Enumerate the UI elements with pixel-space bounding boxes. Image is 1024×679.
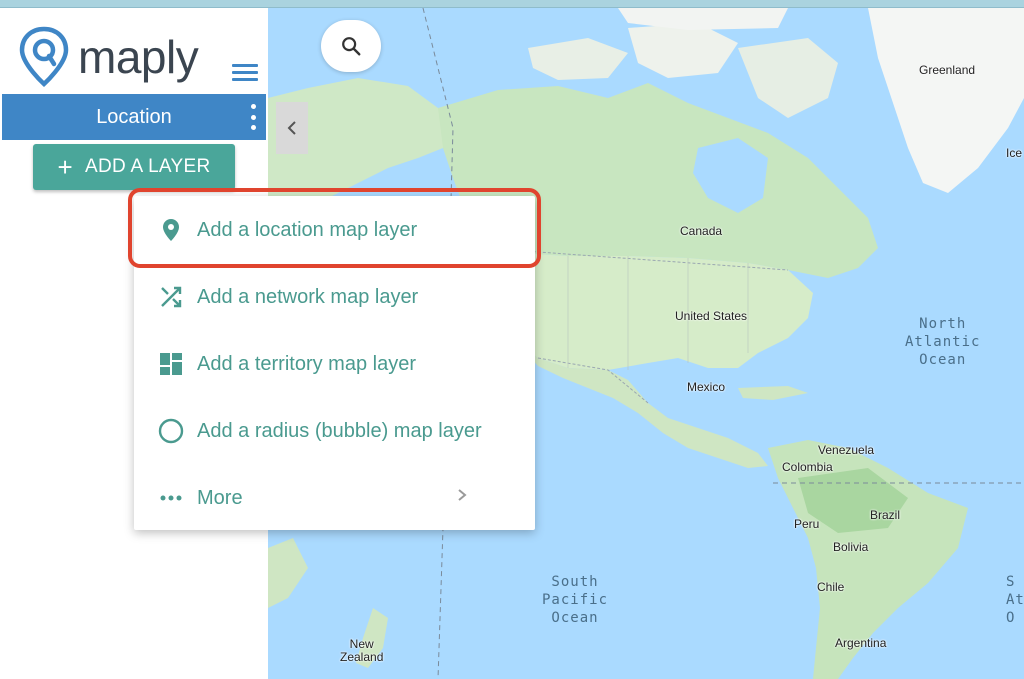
menu-item-label: Add a radius (bubble) map layer: [197, 419, 482, 442]
label-south-pacific: South Pacific Ocean: [542, 574, 609, 626]
map-search-button[interactable]: [321, 20, 381, 72]
app-logo[interactable]: maply: [18, 26, 199, 88]
label-venezuela: Venezuela: [818, 443, 875, 457]
menu-item-radius-layer[interactable]: Add a radius (bubble) map layer: [134, 401, 535, 461]
search-icon: [342, 37, 361, 56]
add-layer-button[interactable]: + ADD A LAYER: [33, 144, 235, 190]
more-horizontal-icon: [158, 485, 184, 511]
greenland-land: [868, 8, 1024, 193]
menu-item-more[interactable]: More: [134, 468, 535, 528]
arctic-island-3: [738, 38, 838, 118]
label-chile: Chile: [817, 580, 845, 594]
dashboard-icon: [158, 351, 184, 377]
label-south-atlantic: S At O: [1006, 574, 1024, 626]
label-iceland: Ice: [1006, 146, 1023, 160]
menu-item-territory-layer[interactable]: Add a territory map layer: [134, 334, 535, 394]
logo-text: maply: [78, 31, 199, 83]
label-bolivia: Bolivia: [833, 540, 869, 554]
add-layer-label: ADD A LAYER: [85, 156, 211, 177]
menu-item-label: More: [197, 486, 243, 509]
collapse-sidebar-button[interactable]: [276, 102, 308, 154]
chevron-left-icon: [287, 121, 296, 135]
arctic-island-4: [618, 8, 788, 30]
chevron-right-icon: [457, 486, 467, 507]
top-window-strip: [0, 0, 1024, 8]
label-north-atlantic: North Atlantic Ocean: [905, 316, 981, 368]
label-mexico: Mexico: [687, 380, 726, 394]
shuffle-icon: [158, 284, 184, 310]
hamburger-icon[interactable]: [232, 64, 258, 82]
menu-item-label: Add a network map layer: [197, 285, 419, 308]
label-brazil: Brazil: [870, 508, 901, 522]
label-argentina: Argentina: [835, 636, 887, 650]
label-colombia: Colombia: [782, 460, 833, 474]
label-canada: Canada: [680, 224, 723, 238]
label-peru: Peru: [794, 517, 820, 531]
map-pin-logo-icon: [19, 26, 69, 88]
highlight-annotation: [128, 188, 541, 268]
kebab-menu-icon[interactable]: [250, 104, 256, 130]
arctic-island-1: [528, 38, 628, 80]
label-united-states: United States: [675, 309, 748, 323]
menu-item-label: Add a territory map layer: [197, 352, 416, 375]
plus-icon: +: [57, 152, 74, 182]
circle-outline-icon: [158, 418, 184, 444]
pacific-islands-land: [268, 538, 308, 608]
label-new-zealand: New Zealand: [340, 637, 384, 664]
label-greenland: Greenland: [919, 63, 976, 77]
menu-item-network-layer[interactable]: Add a network map layer: [134, 267, 535, 327]
caribbean-island: [738, 386, 808, 400]
arctic-island-2: [628, 23, 738, 78]
layer-tab-label: Location: [96, 105, 172, 128]
layer-tab-location[interactable]: Location: [2, 94, 266, 140]
